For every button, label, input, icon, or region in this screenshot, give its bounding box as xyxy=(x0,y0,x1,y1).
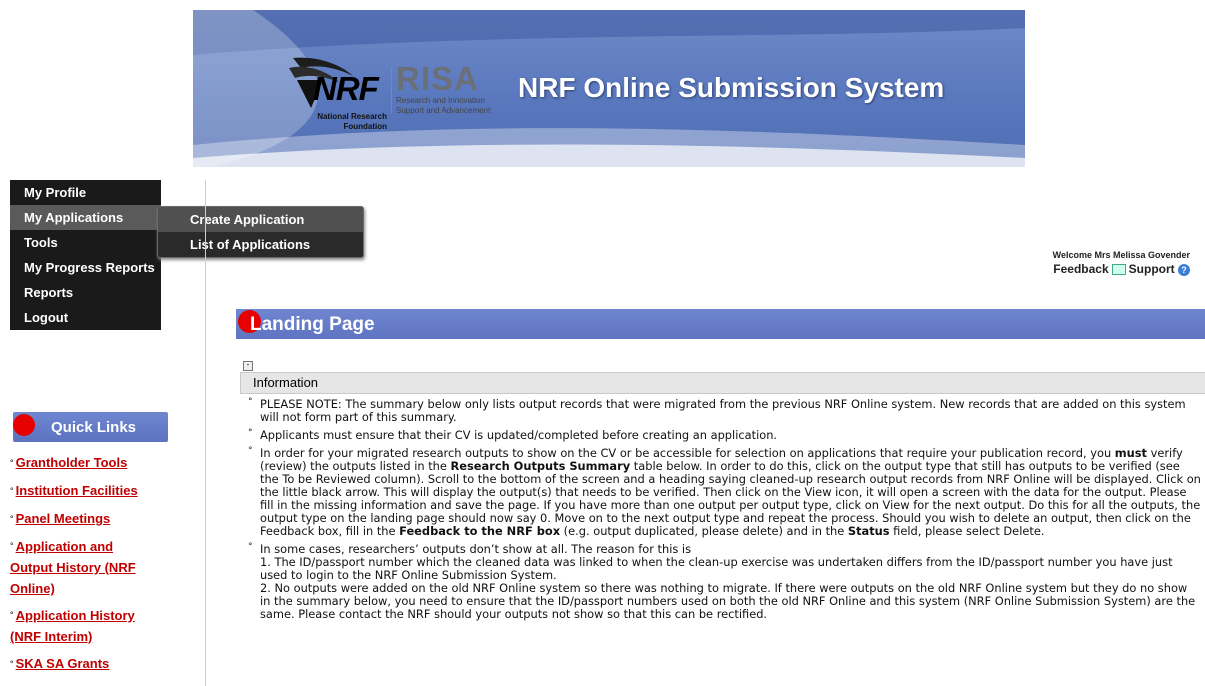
nrf-sub-line-1: National Research xyxy=(317,112,387,121)
page-title: Landing Page xyxy=(250,314,375,335)
header-banner: NRF National Research Foundation RISA Re… xyxy=(193,10,1025,167)
collapse-toggle-icon[interactable]: - xyxy=(243,361,253,371)
quick-links-title: Quick Links xyxy=(51,419,137,436)
feedback-link[interactable]: Feedback xyxy=(1053,262,1108,276)
risa-sub-line-2: Support and Advancement xyxy=(396,106,491,115)
quick-links-header: Quick Links xyxy=(13,412,168,442)
submenu-item-create-application[interactable]: Create Application xyxy=(158,207,363,232)
quick-link-application-output-history[interactable]: Application and Output History (NRF Online… xyxy=(10,539,136,596)
envelope-icon[interactable] xyxy=(1111,264,1126,276)
risa-logo-subtitle: Research and Innovation Support and Adva… xyxy=(396,96,490,116)
sidebar-divider xyxy=(205,180,206,686)
nrf-logo-subtitle: National Research Foundation xyxy=(317,112,387,132)
risa-logo-text: RISA xyxy=(396,60,479,97)
quick-link-item: ° Application History (NRF Interim) xyxy=(10,608,135,644)
information-section-header: Information xyxy=(240,372,1205,394)
quick-link-item: ° Application and Output History (NRF Onlin… xyxy=(10,539,136,596)
user-links: Feedback Support ? xyxy=(1053,262,1190,276)
info-paragraph: ° In some cases, researchers’ outputs don… xyxy=(248,542,1196,621)
info-paragraph: ° Applicants must ensure that their CV is… xyxy=(248,428,778,442)
risa-logo: RISA Research and Innovation Support and… xyxy=(396,60,490,116)
nav-item-logout[interactable]: Logout xyxy=(10,305,161,330)
red-dot-icon xyxy=(13,414,35,436)
nrf-logo: NRF National Research Foundation xyxy=(283,54,387,134)
help-icon[interactable]: ? xyxy=(1178,263,1190,276)
site-title: NRF Online Submission System xyxy=(518,72,945,103)
user-welcome-area: Welcome Mrs Melissa Govender Feedback Sup… xyxy=(1053,250,1190,276)
quick-links-list: ° Grantholder Tools ° Institution Faciliti… xyxy=(10,452,190,675)
quick-link-institution-facilities[interactable]: Institution Facilities xyxy=(16,483,138,498)
nav-item-my-progress-reports[interactable]: My Progress Reports xyxy=(10,255,161,280)
welcome-text: Welcome Mrs Melissa Govender xyxy=(1052,250,1190,260)
quick-link-ska-sa-grants[interactable]: SKA SA Grants xyxy=(16,656,110,671)
info-paragraph: ° PLEASE NOTE: The summary below only lis… xyxy=(248,397,1186,424)
page-title-bar: Landing Page xyxy=(236,309,1205,339)
logo-divider xyxy=(391,68,392,114)
info-paragraph: ° In order for your migrated research out… xyxy=(248,446,1201,538)
nav-item-reports[interactable]: Reports xyxy=(10,280,161,305)
information-label: Information xyxy=(253,375,319,390)
applications-submenu: Create Application List of Applications xyxy=(157,206,364,258)
risa-sub-line-1: Research and Innovation xyxy=(396,96,485,105)
support-link[interactable]: Support xyxy=(1129,262,1175,276)
quick-link-item: ° Grantholder Tools xyxy=(10,455,128,470)
quick-link-item: ° Panel Meetings xyxy=(10,511,111,526)
information-content: ° PLEASE NOTE: The summary below only lis… xyxy=(246,397,1201,626)
nav-item-tools[interactable]: Tools xyxy=(10,230,161,255)
nav-item-my-applications[interactable]: My Applications xyxy=(10,205,161,230)
submenu-item-list-of-applications[interactable]: List of Applications xyxy=(158,232,363,257)
nrf-logo-text: NRF xyxy=(313,70,379,107)
nav-item-my-profile[interactable]: My Profile xyxy=(10,180,161,205)
quick-link-item: ° Institution Facilities xyxy=(10,483,138,498)
quick-link-application-history-interim[interactable]: Application History (NRF Interim) xyxy=(10,608,135,644)
nrf-sub-line-2: Foundation xyxy=(343,122,387,131)
main-nav-menu: My Profile My Applications Tools My Prog… xyxy=(10,180,161,330)
quick-link-panel-meetings[interactable]: Panel Meetings xyxy=(16,511,111,526)
quick-link-item: ° SKA SA Grants xyxy=(10,656,110,671)
quick-link-grantholder-tools[interactable]: Grantholder Tools xyxy=(16,455,128,470)
